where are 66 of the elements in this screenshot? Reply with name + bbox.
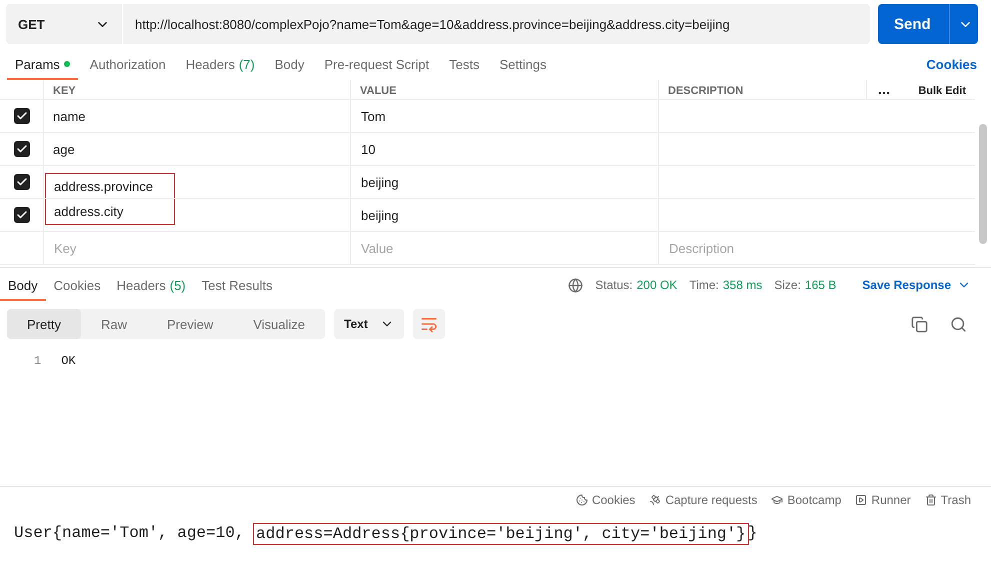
size-value: 165 B — [804, 278, 836, 292]
value-cell: 10 — [350, 133, 658, 165]
request-tab[interactable]: Params — [7, 48, 78, 80]
value-cell: beijing — [350, 166, 658, 198]
param-key: name — [45, 100, 86, 132]
time-value: 358 ms — [722, 278, 762, 292]
response-tab[interactable]: Body — [0, 269, 46, 301]
status-value: 200 OK — [636, 278, 678, 292]
search-icon[interactable] — [950, 316, 967, 332]
column-header: DESCRIPTION — [667, 85, 744, 99]
value-cell: beijing — [350, 199, 658, 231]
checkbox[interactable] — [14, 174, 30, 190]
status-bar-item[interactable]: Runner — [855, 492, 911, 506]
param-key: address.province — [45, 173, 175, 198]
request-tab[interactable]: Headers (7) — [178, 48, 263, 80]
cookie-icon — [576, 494, 588, 506]
column-header: VALUE — [359, 85, 398, 99]
value-cell: Tom — [350, 100, 658, 132]
graduation-cap-icon — [771, 494, 784, 506]
response-tab[interactable]: Cookies — [46, 269, 109, 301]
code-line: OK — [61, 354, 76, 368]
copy-icon[interactable] — [911, 316, 928, 332]
status-bar-item[interactable]: Cookies — [576, 492, 636, 506]
url-field[interactable]: http://localhost:8080/complexPojo?name=Tom&age=10&address.province=beijing&address.city=beijing — [123, 4, 870, 44]
param-key: age — [45, 133, 75, 165]
play-icon — [855, 494, 868, 506]
send-button[interactable]: Send — [878, 4, 978, 44]
format-select[interactable]: Text — [334, 309, 404, 339]
request-tab[interactable]: Pre-request Script — [316, 48, 438, 80]
view-mode-button[interactable]: Pretty — [7, 309, 81, 339]
request-tab[interactable]: Authorization — [82, 48, 174, 80]
cookies-link[interactable]: Cookies — [926, 56, 977, 72]
globe-icon — [568, 278, 584, 292]
status-bar-item[interactable]: Capture requests — [649, 492, 758, 506]
scrollbar-thumb[interactable] — [979, 124, 987, 244]
view-mode-button[interactable]: Raw — [80, 309, 147, 339]
check-icon — [16, 110, 28, 122]
check-icon — [16, 209, 28, 221]
line-number: 1 — [34, 354, 42, 368]
response-tab[interactable]: Headers (5) — [108, 269, 194, 301]
console-line: User{name='Tom', age=10, address=Address{province='beijing', city='beijing'}} — [13, 523, 758, 546]
method-select[interactable]: GET — [6, 4, 122, 44]
time-label: Time: — [689, 278, 719, 292]
request-tab[interactable]: Body — [266, 48, 312, 80]
checkbox[interactable] — [14, 108, 30, 124]
check-icon — [16, 143, 28, 155]
request-tab[interactable]: Settings — [491, 48, 554, 80]
save-response-button[interactable]: Save Response — [856, 277, 977, 293]
view-mode-button[interactable]: Preview — [146, 309, 234, 339]
status-label: Status: — [595, 278, 633, 292]
wrap-lines-button[interactable] — [412, 309, 445, 339]
view-mode-button[interactable]: Visualize — [233, 309, 326, 339]
checkbox[interactable] — [14, 141, 30, 157]
status-bar-item[interactable]: Bootcamp — [771, 492, 842, 506]
wrap-lines-icon — [420, 315, 438, 333]
status-bar-item[interactable]: Trash — [924, 492, 971, 506]
check-icon — [16, 176, 28, 188]
request-tab[interactable]: Tests — [441, 48, 488, 80]
response-tab[interactable]: Test Results — [194, 269, 280, 301]
column-header: KEY — [52, 85, 77, 99]
size-label: Size: — [774, 278, 801, 292]
trash-icon — [924, 494, 937, 506]
satellite-icon — [649, 494, 662, 506]
param-key: address.city — [45, 199, 175, 225]
checkbox[interactable] — [14, 207, 30, 223]
bulk-edit-link[interactable]: Bulk Edit — [909, 85, 975, 99]
